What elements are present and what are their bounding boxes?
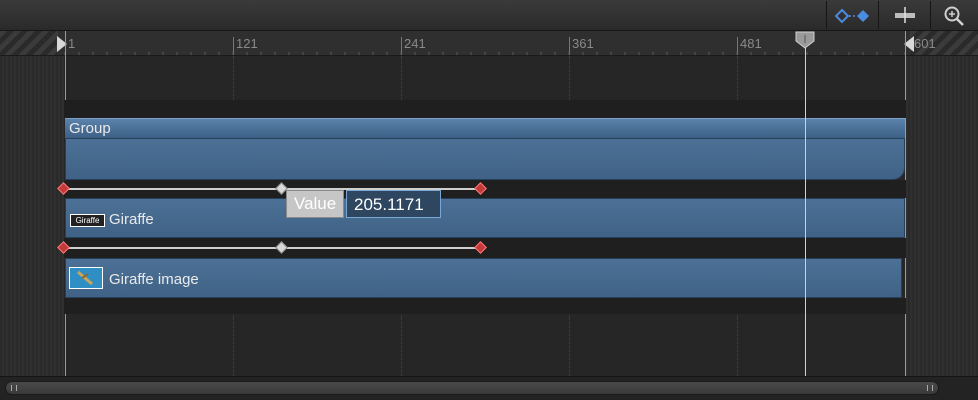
value-editor-label: Value — [294, 194, 337, 213]
play-range-end-line — [905, 31, 906, 376]
giraffe-track-label: Giraffe — [109, 211, 154, 228]
group-track-header[interactable]: Group — [65, 118, 905, 138]
ruler-minor-ticks — [64, 52, 906, 55]
snapping-button[interactable] — [878, 1, 930, 29]
ruler-label-601: 601 — [914, 36, 936, 51]
giraffe-thumbnail-text: Giraffe — [75, 216, 100, 225]
group-track-bar[interactable] — [65, 138, 905, 180]
giraffe-image-track-bar[interactable]: Giraffe image — [65, 258, 902, 298]
giraffe-image-thumbnail — [69, 267, 103, 289]
giraffe-track-bar[interactable]: Giraffe Giraffe — [65, 198, 905, 238]
giraffe-thumbnail: Giraffe — [70, 214, 105, 227]
playhead-handle[interactable] — [795, 31, 815, 49]
horizontal-scrollbar[interactable] — [0, 376, 978, 400]
value-editor-label-box: Value — [286, 190, 344, 218]
keyframe-diamonds-icon — [835, 8, 869, 24]
giraffe-image-track-label: Giraffe image — [109, 271, 199, 288]
scrollbar-right-grip-icon[interactable] — [927, 385, 933, 391]
play-range-in-marker[interactable] — [56, 35, 68, 53]
zoom-icon — [944, 6, 964, 26]
snapping-icon — [895, 7, 915, 23]
out-of-range-left — [0, 31, 58, 55]
value-input[interactable]: 205.1171 — [346, 190, 441, 218]
keyframe-curve-2 — [63, 247, 481, 249]
time-ruler[interactable]: 1 121 241 361 481 601 — [0, 31, 978, 56]
scrollbar-thumb[interactable] — [5, 381, 939, 395]
group-track-label: Group — [69, 120, 111, 137]
zoom-button[interactable] — [930, 1, 978, 29]
playhead-line — [805, 48, 806, 376]
timeline-toolbar — [0, 0, 978, 31]
giraffe-thumbnail-icon — [77, 270, 93, 286]
value-input-text: 205.1171 — [354, 195, 424, 214]
show-keyframes-button[interactable] — [826, 1, 878, 29]
scrollbar-left-grip-icon[interactable] — [11, 385, 17, 391]
